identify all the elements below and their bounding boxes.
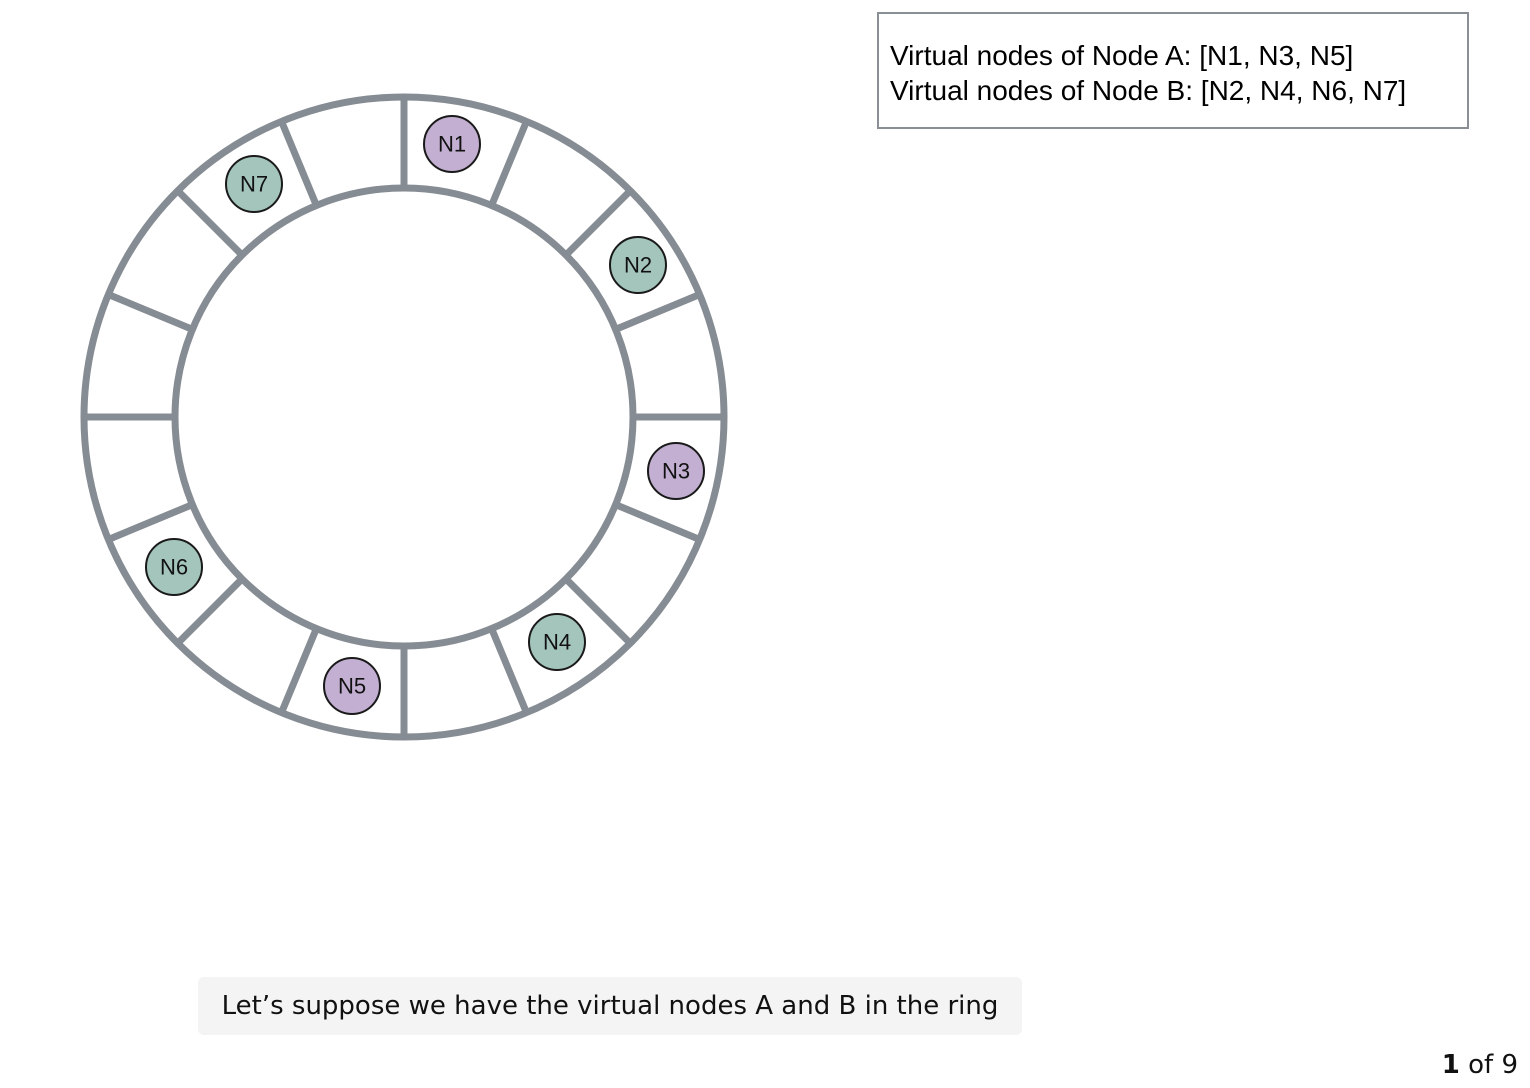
virtual-node-n2-label: N2: [624, 253, 652, 278]
ring-divider-4: [614, 291, 701, 333]
slide-pager: 1 of 9: [1442, 1050, 1518, 1080]
virtual-node-n5-label: N5: [338, 674, 366, 699]
ring-segment-dividers: [84, 97, 724, 737]
virtual-node-n1-label: N1: [438, 132, 466, 157]
ring-divider-14: [107, 291, 194, 333]
ring-inner-circle: [171, 184, 637, 650]
ring-divider-2: [488, 120, 530, 207]
virtual-node-n7: N7: [225, 155, 283, 213]
ring-divider-16: [278, 120, 320, 207]
ring-divider-6: [614, 501, 701, 543]
virtual-node-n3-label: N3: [662, 459, 690, 484]
virtual-node-n4-label: N4: [543, 630, 571, 655]
virtual-node-n1: N1: [423, 115, 481, 173]
ring-divider-8: [488, 627, 530, 714]
hash-ring-diagram: N1 N2 N3 N4 N5 N6 N7: [80, 93, 728, 741]
pager-total-pages: of 9: [1459, 1050, 1518, 1080]
ring-divider-10: [278, 627, 320, 714]
legend-node-a-line: Virtual nodes of Node A: [N1, N3, N5]: [890, 40, 1354, 71]
pager-current-page: 1: [1441, 1050, 1460, 1080]
virtual-nodes-legend: Virtual nodes of Node A: [N1, N3, N5] Vi…: [877, 12, 1469, 129]
virtual-node-n2: N2: [609, 236, 667, 294]
virtual-node-n6-label: N6: [160, 555, 188, 580]
slide-caption: Let’s suppose we have the virtual nodes …: [198, 977, 1022, 1035]
virtual-node-n4: N4: [528, 613, 586, 671]
legend-node-b-line: Virtual nodes of Node B: [N2, N4, N6, N7…: [890, 75, 1407, 106]
virtual-node-n5: N5: [323, 657, 381, 715]
virtual-node-layer: N1 N2 N3 N4 N5 N6 N7: [145, 115, 705, 715]
virtual-node-n6: N6: [145, 538, 203, 596]
virtual-node-n7-label: N7: [240, 172, 268, 197]
ring-divider-12: [107, 501, 194, 543]
virtual-node-n3: N3: [647, 442, 705, 500]
